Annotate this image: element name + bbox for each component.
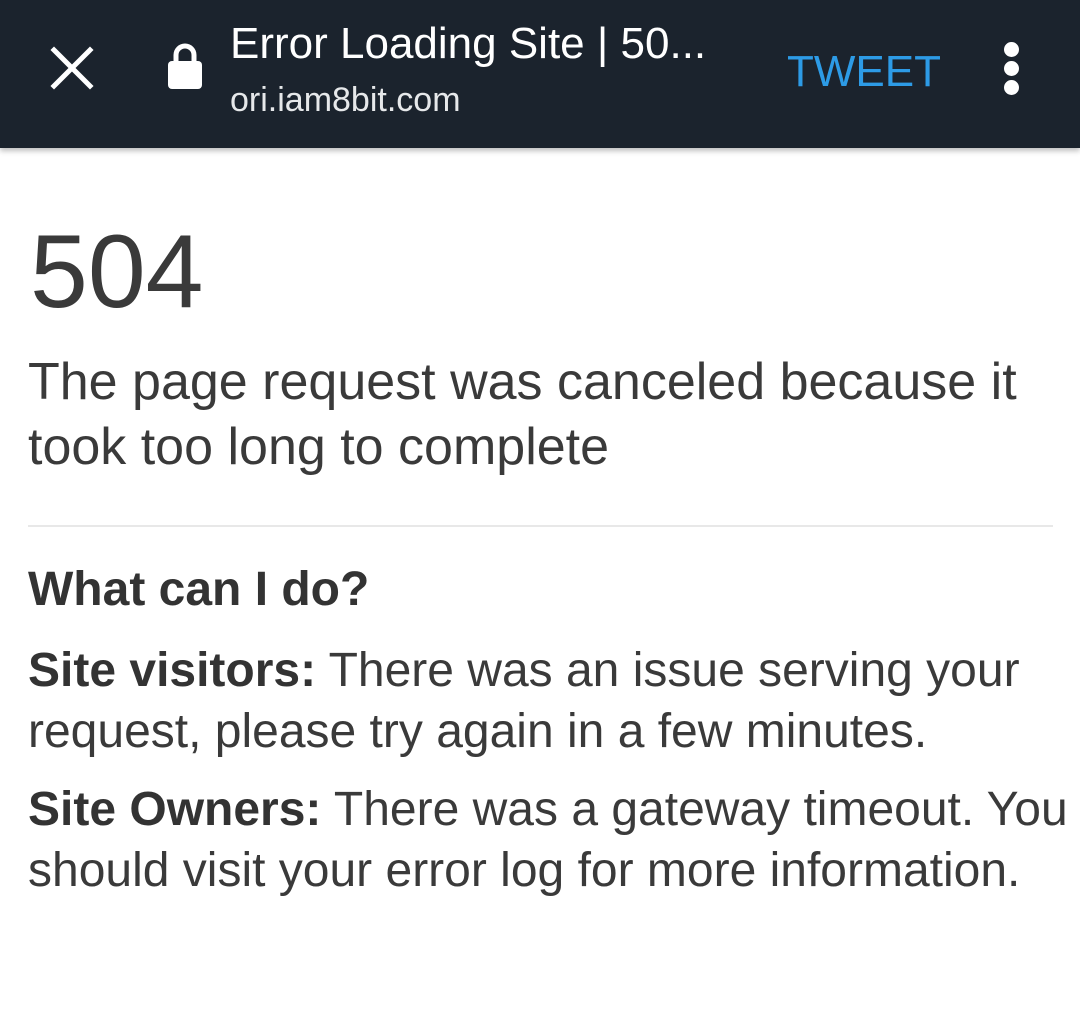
page-url: ori.iam8bit.com bbox=[230, 81, 461, 119]
error-code: 504 bbox=[30, 214, 204, 330]
visitors-label: Site visitors: bbox=[28, 644, 317, 697]
divider bbox=[28, 525, 1053, 527]
help-heading: What can I do? bbox=[28, 563, 370, 616]
close-icon bbox=[50, 46, 94, 90]
close-button[interactable] bbox=[38, 34, 106, 102]
lock-icon bbox=[168, 43, 202, 89]
more-vert-icon bbox=[1004, 42, 1019, 57]
visitors-paragraph: Site visitors: There was an issue servin… bbox=[28, 640, 1068, 762]
owners-paragraph: Site Owners: There was a gateway timeout… bbox=[28, 779, 1068, 901]
page-title: Error Loading Site | 50... bbox=[230, 19, 707, 68]
more-vert-icon bbox=[1004, 80, 1019, 95]
browser-toolbar: Error Loading Site | 50... ori.iam8bit.c… bbox=[0, 0, 1080, 148]
more-options-button[interactable] bbox=[980, 30, 1042, 106]
more-vert-icon bbox=[1004, 61, 1019, 76]
tweet-button[interactable]: TWEET bbox=[784, 40, 944, 104]
error-message: The page request was canceled because it… bbox=[28, 353, 1017, 476]
owners-label: Site Owners: bbox=[28, 783, 322, 836]
